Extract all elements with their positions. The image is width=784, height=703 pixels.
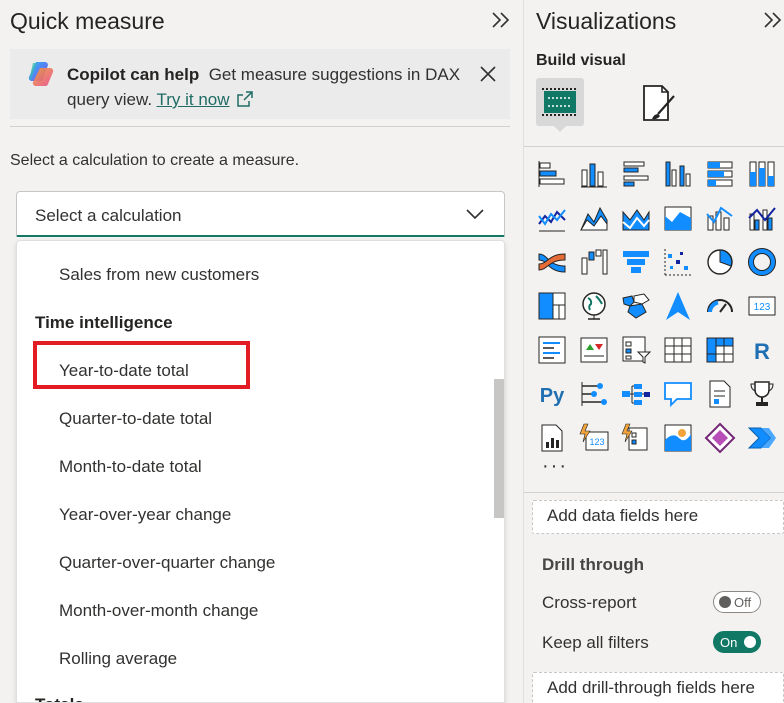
list-item[interactable]: Sales from new customers	[59, 265, 259, 285]
toggle-state: Off	[734, 595, 752, 610]
pie-chart-icon[interactable]	[704, 246, 736, 278]
stacked-bar-chart-icon[interactable]	[536, 158, 568, 190]
stacked-column-chart-icon[interactable]	[578, 158, 610, 190]
clustered-bar-chart-icon[interactable]	[620, 158, 652, 190]
map-icon[interactable]	[578, 290, 610, 322]
100-stacked-area-chart-icon[interactable]	[662, 202, 694, 234]
funnel-chart-icon[interactable]	[620, 246, 652, 278]
new-slicer-icon[interactable]	[620, 422, 652, 454]
copilot-heading: Copilot can help	[67, 65, 200, 84]
donut-chart-icon[interactable]	[746, 246, 778, 278]
pane-title: Visualizations	[536, 8, 677, 34]
power-apps-icon[interactable]	[704, 422, 736, 454]
kpi-icon[interactable]	[578, 334, 610, 366]
scatter-chart-icon[interactable]	[662, 246, 694, 278]
quick-measure-pane: Quick measure Copilot can help Get measu…	[0, 0, 522, 703]
dropdown-placeholder: Select a calculation	[35, 206, 182, 225]
table-icon[interactable]	[662, 334, 694, 366]
list-item[interactable]: Rolling average	[59, 649, 177, 669]
gauge-icon[interactable]	[704, 290, 736, 322]
more-visuals-button[interactable]: ···	[542, 455, 568, 478]
list-scrollbar[interactable]	[494, 379, 504, 518]
divider	[524, 146, 784, 147]
toggle-state: On	[720, 635, 738, 650]
close-icon[interactable]	[477, 63, 499, 85]
highlight-box	[33, 341, 250, 389]
chevron-down-icon	[466, 209, 484, 220]
list-item[interactable]: Quarter-to-date total	[59, 409, 212, 429]
cross-report-label: Cross-report	[542, 593, 637, 612]
line-chart-icon[interactable]	[536, 202, 568, 234]
list-item[interactable]: Year-over-year change	[59, 505, 231, 525]
copilot-message: Copilot can help Get measure suggestions…	[67, 62, 467, 112]
build-visual-tab[interactable]	[536, 78, 584, 126]
qa-icon[interactable]	[662, 378, 694, 410]
copilot-banner: Copilot can help Get measure suggestions…	[10, 49, 510, 119]
multi-row-card-icon[interactable]	[536, 334, 568, 366]
collapse-pane-icon[interactable]	[490, 8, 514, 36]
python-visual-icon[interactable]: Py	[536, 378, 568, 410]
external-link-icon[interactable]	[236, 90, 254, 108]
format-visual-icon	[643, 85, 675, 121]
treemap-icon[interactable]	[536, 290, 568, 322]
paginated-report-icon[interactable]	[704, 378, 736, 410]
svg-text:Py: Py	[540, 385, 565, 407]
100-stacked-bar-chart-icon[interactable]	[704, 158, 736, 190]
metrics-icon[interactable]	[746, 378, 778, 410]
azure-map-icon[interactable]	[662, 290, 694, 322]
list-item[interactable]: Month-over-month change	[59, 601, 258, 621]
line-and-stacked-column-chart-icon[interactable]	[704, 202, 736, 234]
slicer-icon[interactable]	[620, 334, 652, 366]
calculation-list: Sales from new customers Time intelligen…	[16, 240, 505, 703]
100-stacked-column-chart-icon[interactable]	[746, 158, 778, 190]
divider	[524, 492, 784, 493]
arcgis-map-icon[interactable]	[662, 422, 694, 454]
build-visual-icon	[542, 88, 578, 116]
copilot-logo-icon	[28, 62, 54, 87]
filled-map-icon[interactable]	[620, 290, 652, 322]
ribbon-chart-icon[interactable]	[536, 246, 568, 278]
toggle-knob	[744, 636, 756, 648]
instruction-text: Select a calculation to create a measure…	[10, 152, 300, 169]
toggle-knob	[719, 596, 731, 608]
data-fields-well[interactable]: Add data fields here	[532, 500, 784, 534]
keep-all-filters-label: Keep all filters	[542, 633, 649, 652]
r-visual-icon[interactable]: R	[746, 334, 778, 366]
stacked-area-chart-icon[interactable]	[620, 202, 652, 234]
svg-text:123: 123	[589, 437, 604, 447]
key-influencers-icon[interactable]	[578, 378, 610, 410]
list-item[interactable]: Month-to-date total	[59, 457, 202, 477]
waterfall-chart-icon[interactable]	[578, 246, 610, 278]
selected-tab-indicator	[553, 125, 567, 132]
format-visual-tab[interactable]	[636, 82, 680, 126]
card-icon[interactable]: 123	[746, 290, 778, 322]
drill-through-heading: Drill through	[542, 555, 644, 574]
svg-text:123: 123	[754, 302, 771, 313]
matrix-icon[interactable]	[704, 334, 736, 366]
pane-title: Quick measure	[10, 8, 165, 34]
divider	[10, 126, 510, 127]
drill-through-fields-well[interactable]: Add drill-through fields here	[532, 672, 784, 703]
power-automate-icon[interactable]	[746, 422, 778, 454]
visualizations-pane: Visualizations Build visual 123 R Py 123…	[523, 0, 784, 703]
collapse-pane-icon[interactable]	[762, 8, 784, 38]
build-visual-label: Build visual	[536, 52, 626, 69]
list-item[interactable]: Quarter-over-quarter change	[59, 553, 275, 573]
cross-report-toggle[interactable]: Off	[713, 591, 761, 613]
clustered-column-chart-icon[interactable]	[662, 158, 694, 190]
narrative-icon[interactable]	[536, 422, 568, 454]
new-card-icon[interactable]: 123	[578, 422, 610, 454]
keep-all-filters-toggle[interactable]: On	[713, 631, 761, 653]
try-it-now-link[interactable]: Try it now	[156, 90, 229, 109]
area-chart-icon[interactable]	[578, 202, 610, 234]
line-and-clustered-column-chart-icon[interactable]	[746, 202, 778, 234]
group-header-totals: Totals	[35, 695, 84, 702]
svg-text:R: R	[754, 339, 770, 364]
calculation-dropdown[interactable]: Select a calculation	[16, 191, 505, 237]
group-header-time-intelligence: Time intelligence	[35, 313, 173, 332]
decomposition-tree-icon[interactable]	[620, 378, 652, 410]
